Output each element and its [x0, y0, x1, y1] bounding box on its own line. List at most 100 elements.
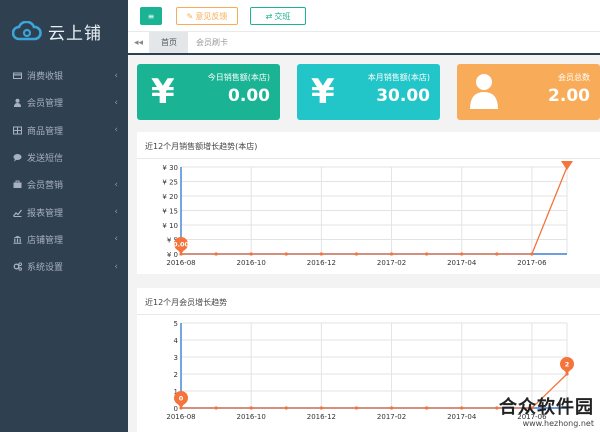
sidebar-item[interactable]: 发送短信	[0, 144, 128, 171]
tab-scroll-back-button[interactable]: ◂◂	[128, 32, 150, 53]
sidebar-item[interactable]: 系统设置 ‹	[0, 253, 128, 280]
card-label: 今日销售额(本店)	[207, 73, 270, 82]
data-point	[354, 252, 359, 256]
peak-marker	[561, 161, 573, 170]
data-point	[530, 252, 534, 256]
sidebar-item-label: 会员营销	[27, 181, 64, 192]
sidebar-item[interactable]: 商品管理 ‹	[0, 117, 128, 144]
x-tick-label: 2017-02	[377, 413, 406, 421]
sidebar-item[interactable]: 报表管理 ‹	[0, 198, 128, 225]
data-point	[214, 252, 218, 256]
data-marker-label: 0.00	[173, 241, 190, 249]
sidebar-item-label: 发送短信	[27, 154, 64, 165]
chevron-left-icon: ‹	[114, 234, 118, 245]
data-point	[284, 406, 288, 410]
data-point	[460, 406, 464, 410]
data-point	[495, 252, 499, 256]
card-label: 本月销售额(本店)	[367, 73, 430, 82]
sidebar-item[interactable]: 店铺管理 ‹	[0, 226, 128, 253]
brand-name: 云上铺	[48, 23, 102, 44]
chat-icon	[12, 153, 22, 163]
chevron-left-icon: ‹	[114, 125, 118, 136]
x-tick-label: 2017-02	[377, 259, 406, 267]
yen-icon: ¥	[151, 72, 175, 112]
menu-toggle-button[interactable]: ≡	[140, 7, 162, 25]
member-total-card: 会员总数 2.00	[457, 64, 600, 120]
sidebar-item[interactable]: 会员营销 ‹	[0, 171, 128, 198]
data-point	[319, 252, 323, 256]
feedback-label: 意见反馈	[195, 11, 228, 21]
menu-icon: ≡	[147, 11, 155, 21]
y-tick-label: ¥ 30	[162, 164, 178, 172]
exchange-icon: ⇄	[265, 11, 273, 21]
watermark-text: 合众软件园	[499, 397, 594, 418]
data-point	[460, 252, 464, 256]
data-point	[389, 406, 394, 410]
yen-icon: ¥	[311, 72, 335, 112]
sales-trend-chart: ¥ 0¥ 5¥ 10¥ 15¥ 20¥ 25¥ 302016-08 2016-10…	[162, 161, 573, 267]
x-tick-label: 2017-06	[517, 259, 547, 267]
y-tick-label: ¥ 20	[162, 193, 178, 201]
data-point	[249, 252, 253, 256]
watermark-url: www.hezhong.net	[522, 419, 594, 428]
tab-home[interactable]: 首页	[150, 32, 188, 53]
sidebar-item-label: 系统设置	[27, 263, 64, 274]
chevron-left-icon: ‹	[114, 97, 118, 108]
data-point	[249, 406, 253, 410]
tab-bar: ◂◂ 首页 会员刷卡	[128, 32, 600, 55]
tab-member-card[interactable]: 会员刷卡	[188, 32, 236, 53]
y-tick-label: ¥ 15	[162, 208, 178, 216]
x-tick-label: 2016-12	[307, 259, 336, 267]
person-icon	[470, 74, 498, 109]
y-tick-label: 0	[174, 405, 178, 413]
data-point	[354, 406, 359, 410]
y-tick-label: ¥ 10	[162, 222, 178, 230]
table-icon	[12, 125, 22, 135]
x-tick-label: 2016-08	[166, 259, 195, 267]
data-point	[284, 252, 288, 256]
bank-icon	[12, 234, 22, 244]
x-tick-label: 2016-10	[237, 259, 266, 267]
y-tick-label: ¥ 25	[162, 179, 178, 187]
y-tick-label: 5	[174, 320, 178, 328]
sidebar-item-label: 商品管理	[27, 126, 64, 137]
x-tick-label: 2017-04	[447, 413, 477, 421]
x-tick-label: 2016-10	[237, 413, 266, 421]
briefcase-icon	[12, 180, 22, 190]
data-marker-tail	[563, 369, 571, 374]
chevron-left-icon: ‹	[114, 70, 118, 81]
cloud-logo-icon	[12, 21, 42, 41]
card-value: 30.00	[376, 86, 430, 106]
backward-icon: ◂◂	[133, 37, 144, 48]
brand[interactable]: 云上铺	[0, 0, 128, 62]
data-marker-tail	[177, 403, 185, 408]
sidebar-item-label: 消费收银	[27, 72, 64, 83]
data-marker-label: 0	[179, 395, 184, 403]
data-marker-label: 2	[565, 361, 570, 369]
data-point	[425, 406, 429, 410]
sales-trend-panel: 近12个月销售额增长趋势(本店) ¥ 0 ¥ 5 ¥ 10 ¥ 15 ¥ 20 ¥ 25 ¥…	[137, 132, 600, 274]
feedback-button[interactable]: ✎ 意见反馈	[176, 7, 238, 25]
chevron-left-icon: ‹	[114, 179, 118, 190]
sidebar-item-label: 会员管理	[27, 99, 64, 110]
card-icon	[12, 71, 22, 81]
sidebar-item[interactable]: 消费收银 ‹	[0, 62, 128, 89]
y-tick-label: 4	[174, 337, 179, 345]
card-label: 会员总数	[558, 73, 590, 82]
month-sales-card: ¥ 本月销售额(本店) 30.00	[297, 64, 440, 120]
data-point	[214, 406, 218, 410]
cogs-icon	[12, 262, 22, 272]
sidebar: 云上铺 消费收银 ‹ 会员管理 ‹ 商品管理 ‹ 发送短信 会员营销 ‹ 报表管理 ‹ 店铺管理 ‹ 系统…	[0, 0, 128, 432]
edit-icon: ✎	[186, 11, 194, 21]
card-value: 2.00	[548, 86, 590, 106]
user-icon	[12, 98, 22, 108]
chevron-left-icon: ‹	[114, 261, 118, 272]
y-tick-label: 2	[174, 371, 178, 379]
card-value: 0.00	[228, 86, 270, 106]
x-tick-label: 2016-08	[166, 413, 195, 421]
today-sales-card: ¥ 今日销售额(本店) 0.00	[137, 64, 280, 120]
x-tick-label: 2016-12	[307, 413, 336, 421]
sidebar-item[interactable]: 会员管理 ‹	[0, 89, 128, 116]
y-tick-label: 3	[174, 354, 178, 362]
shift-button[interactable]: ⇄ 交班	[250, 7, 306, 25]
